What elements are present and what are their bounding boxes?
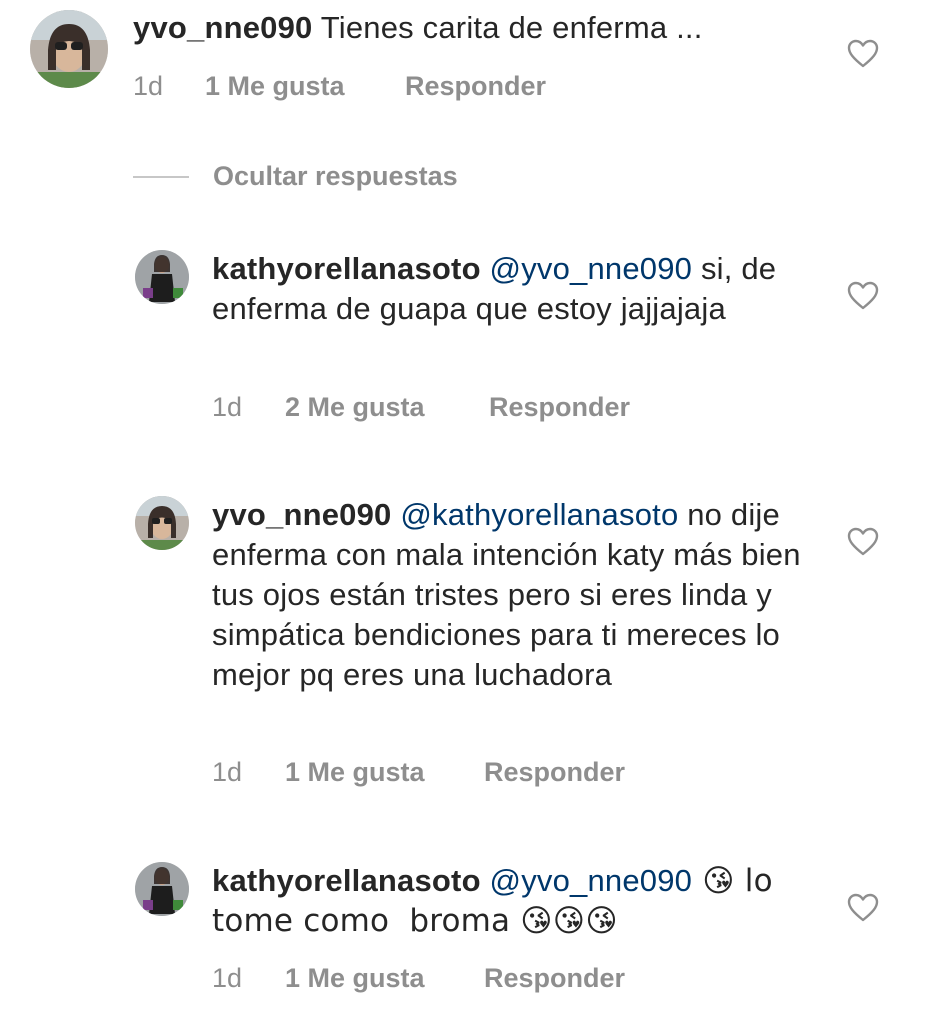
comment-meta: 1d 2 Me gusta Responder bbox=[212, 391, 630, 423]
comment-username[interactable]: yvo_nne090 bbox=[212, 497, 392, 532]
comment-text: kathyorellanasoto @yvo_nne090 si, de enf… bbox=[212, 249, 802, 329]
comment-text: yvo_nne090 Tienes carita de enferma ... bbox=[133, 8, 833, 48]
comment-time: 1d bbox=[212, 392, 243, 422]
comment-username[interactable]: kathyorellanasoto bbox=[212, 251, 481, 286]
comment-likes[interactable]: 1 Me gusta bbox=[285, 962, 484, 994]
comment-time: 1d bbox=[212, 963, 243, 993]
reply-button[interactable]: Responder bbox=[484, 962, 625, 994]
reply-button[interactable]: Responder bbox=[405, 70, 546, 102]
mention-link[interactable]: @kathyorellanasoto bbox=[400, 497, 678, 532]
comment-meta: 1d 1 Me gusta Responder bbox=[133, 70, 546, 102]
comment-username[interactable]: kathyorellanasoto bbox=[212, 863, 481, 898]
comment-likes[interactable]: 2 Me gusta bbox=[285, 391, 489, 423]
heart-outline-icon[interactable] bbox=[847, 39, 879, 69]
comment-meta: 1d 1 Me gusta Responder bbox=[212, 756, 625, 788]
avatar[interactable] bbox=[135, 496, 189, 550]
comment-body: Tienes carita de enferma ... bbox=[312, 10, 703, 45]
comment-username[interactable]: yvo_nne090 bbox=[133, 10, 313, 45]
avatar[interactable] bbox=[135, 250, 189, 304]
comment-text: kathyorellanasoto @yvo_nne090 😘 lo tome … bbox=[212, 861, 812, 941]
comment-time: 1d bbox=[212, 757, 243, 787]
avatar[interactable] bbox=[135, 862, 189, 916]
hide-replies-button[interactable]: Ocultar respuestas bbox=[213, 158, 458, 194]
comment-likes[interactable]: 1 Me gusta bbox=[285, 756, 484, 788]
heart-outline-icon[interactable] bbox=[847, 527, 879, 557]
reply-button[interactable]: Responder bbox=[484, 756, 625, 788]
comment-time: 1d bbox=[133, 71, 164, 101]
mention-link[interactable]: @yvo_nne090 bbox=[490, 863, 693, 898]
heart-outline-icon[interactable] bbox=[847, 893, 879, 923]
heart-outline-icon[interactable] bbox=[847, 281, 879, 311]
mention-link[interactable]: @yvo_nne090 bbox=[490, 251, 693, 286]
comment-meta: 1d 1 Me gusta Responder bbox=[212, 962, 625, 994]
reply-button[interactable]: Responder bbox=[489, 391, 630, 423]
divider bbox=[133, 176, 189, 178]
comment-text: yvo_nne090 @kathyorellanasoto no dije en… bbox=[212, 495, 812, 695]
comment-likes[interactable]: 1 Me gusta bbox=[205, 70, 405, 102]
avatar[interactable] bbox=[30, 10, 108, 88]
